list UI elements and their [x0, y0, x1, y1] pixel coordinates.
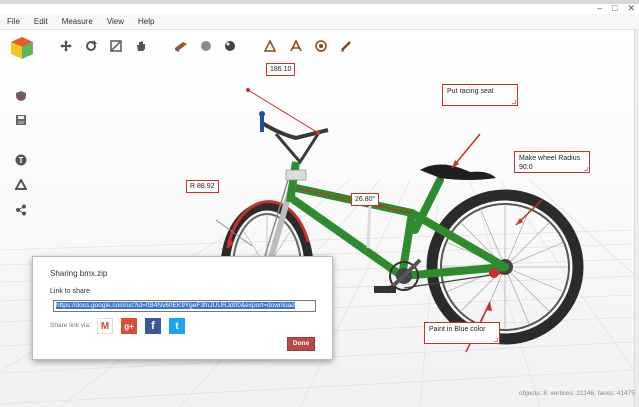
measure-radius-icon[interactable]	[314, 39, 328, 53]
save-icon[interactable]	[14, 113, 28, 127]
title-strip	[0, 0, 639, 4]
sphere-glossy-icon[interactable]	[223, 39, 237, 53]
resize-handle[interactable]	[584, 167, 588, 171]
measure-angle-icon[interactable]	[289, 39, 303, 53]
material-icon[interactable]	[174, 39, 188, 53]
gmail-icon[interactable]: M	[97, 318, 113, 334]
annotation-seat-text: Put racing seat	[447, 88, 494, 95]
facebook-icon[interactable]: f	[145, 318, 161, 334]
scale-icon[interactable]	[109, 39, 123, 53]
annotation-wheel-value: 90.0	[519, 164, 533, 171]
annotation-paint-text: Paint in Blue color	[429, 326, 486, 333]
view-cube-icon[interactable]	[9, 35, 35, 61]
svg-text:T: T	[19, 156, 24, 165]
length-measure-label[interactable]: 186.10	[266, 63, 296, 76]
menu-view[interactable]: View	[100, 14, 131, 30]
annotation-wheel-text: Make wheel Radius	[519, 155, 581, 162]
status-bar: objects: 8, vertices: 21146, faces: 4147…	[519, 390, 635, 397]
pan-icon[interactable]	[134, 39, 148, 53]
twitter-icon[interactable]: t	[169, 318, 185, 334]
window-controls: – □ ✕	[597, 3, 635, 14]
menu-edit[interactable]: Edit	[27, 14, 55, 30]
move-icon[interactable]	[59, 39, 73, 53]
google-drive-icon[interactable]	[14, 178, 28, 192]
measure-length-icon[interactable]	[263, 39, 277, 53]
done-button[interactable]: Done	[287, 337, 315, 351]
resize-handle[interactable]	[494, 338, 498, 342]
link-label: Link to share	[50, 288, 91, 295]
menubar: File Edit Measure View Help	[0, 14, 639, 30]
annotation-paint[interactable]: Paint in Blue color	[424, 322, 500, 344]
rotate-icon[interactable]	[84, 39, 98, 53]
radius-measure-label[interactable]: R 88.92	[186, 180, 219, 193]
annotation-wheel[interactable]: Make wheel Radius 90.0	[514, 151, 590, 173]
angle-measure-label[interactable]: 26.80°	[351, 193, 380, 206]
annotation-seat[interactable]: Put racing seat	[442, 84, 518, 106]
tinkercad-icon[interactable]: T	[14, 153, 28, 167]
menu-help[interactable]: Help	[131, 14, 161, 30]
share-dialog-title: Sharing bmx.zip	[50, 269, 108, 278]
annotate-pencil-icon[interactable]	[339, 39, 353, 53]
resize-handle[interactable]	[512, 100, 516, 104]
menu-file[interactable]: File	[0, 14, 27, 30]
shield-icon[interactable]	[14, 89, 28, 103]
share-icon[interactable]	[14, 203, 28, 217]
sphere-shading-icon[interactable]	[199, 39, 213, 53]
menu-measure[interactable]: Measure	[55, 14, 100, 30]
maximize-icon[interactable]: □	[612, 3, 617, 14]
vertical-scrollbar[interactable]	[634, 30, 639, 407]
share-link-field[interactable]: https://docs.google.com/uc?id=0B4Nv60EK9…	[53, 300, 316, 312]
minimize-icon[interactable]: –	[597, 3, 602, 14]
google-plus-icon[interactable]: g+	[121, 318, 137, 334]
share-link-value: https://docs.google.com/uc?id=0B4Nv60EK9…	[56, 302, 295, 309]
close-icon[interactable]: ✕	[627, 3, 635, 14]
share-dialog: Sharing bmx.zip Link to share https://do…	[32, 256, 333, 360]
share-via-label: Share link via:	[50, 322, 91, 329]
app-window: – □ ✕ File Edit Measure View Help T 186.…	[0, 0, 639, 407]
